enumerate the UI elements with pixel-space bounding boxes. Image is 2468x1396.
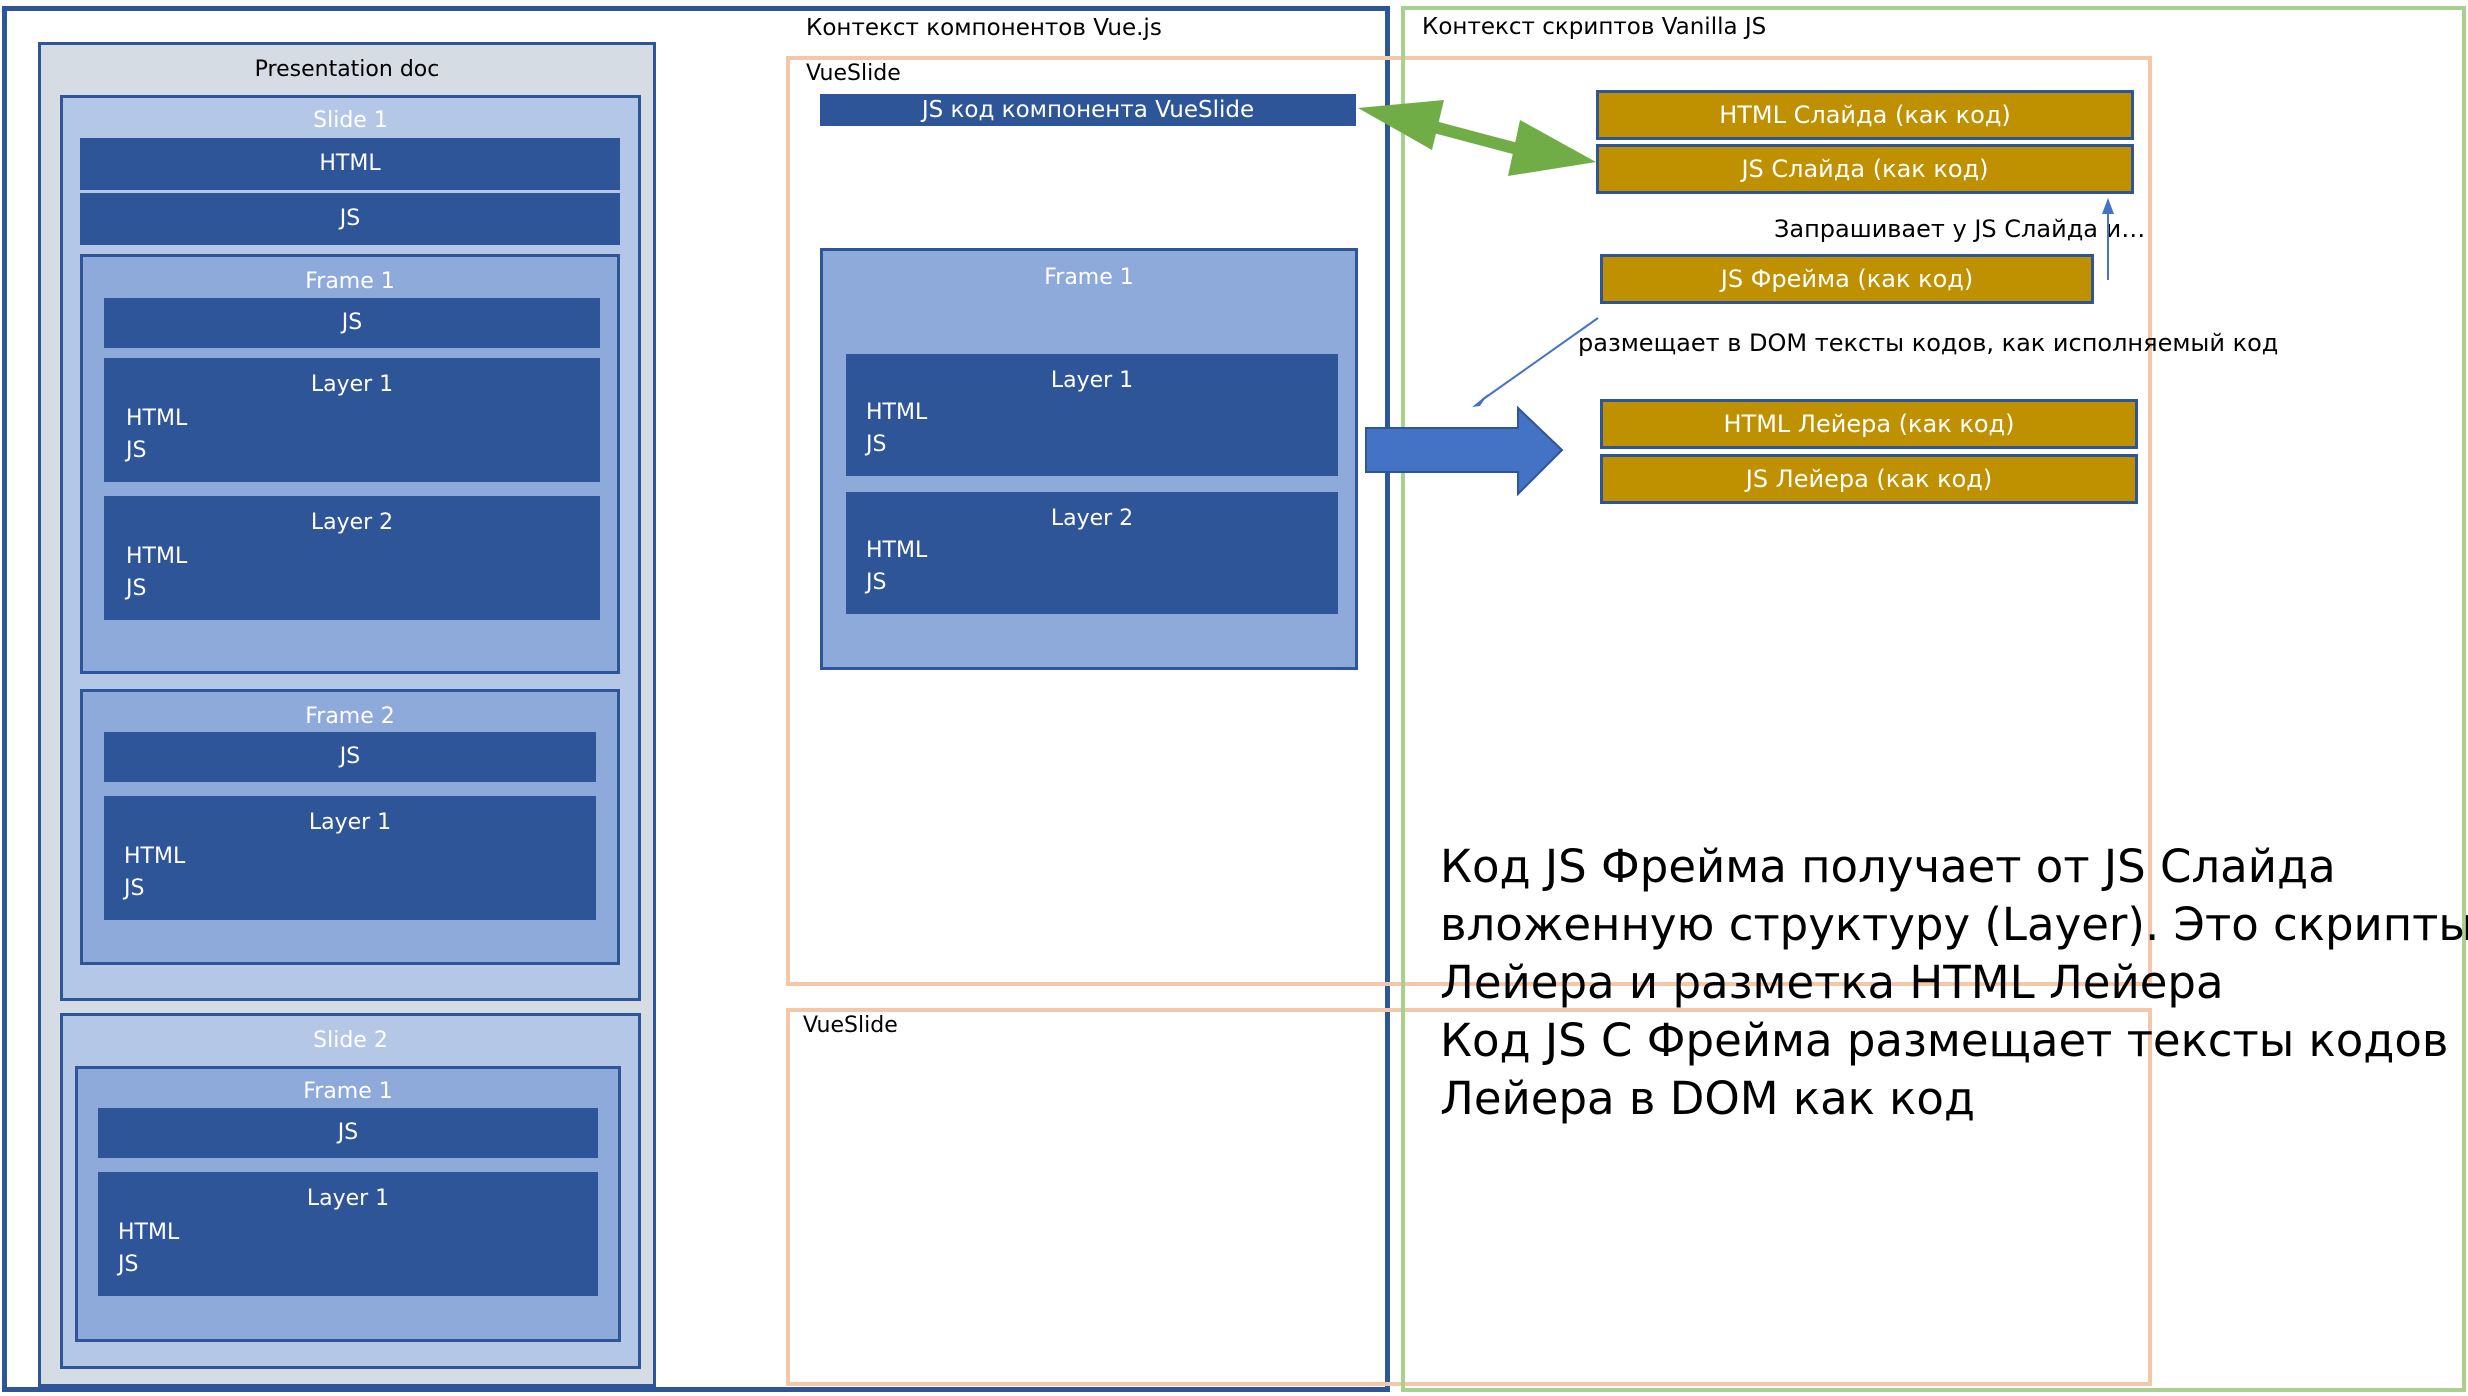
description-line-2: вложенную структуру (Layer). Это скрипты… bbox=[1440, 898, 2468, 951]
layer-title: Layer 2 bbox=[1050, 506, 1134, 531]
layer-js-label: JS bbox=[866, 432, 887, 457]
description-line-1: Код JS Фрейма получает от JS Cлайда bbox=[1440, 840, 2336, 893]
request-note: Запрашивает у JS Слайда и… bbox=[1774, 215, 2146, 243]
layer-html-code-block: HTML Лейера (как код) bbox=[1600, 399, 2138, 449]
vue-context-title: Контекст компонентов Vue.js bbox=[806, 15, 1162, 41]
description-line-4: Код JS C Фрейма размещает тексты кодов bbox=[1440, 1014, 2449, 1067]
layer-js-code-block: JS Лейера (как код) bbox=[1600, 454, 2138, 504]
layer-js-label: JS bbox=[866, 570, 887, 595]
vueslide-frame-1-layer-1: Layer 1 HTML JS bbox=[846, 354, 1338, 476]
frame-js-code-block: JS Фрейма (как код) bbox=[1600, 254, 2094, 304]
vanilla-context-boundary bbox=[1401, 6, 2466, 1392]
vueslide-frame-1-layer-2: Layer 2 HTML JS bbox=[846, 492, 1338, 614]
dom-note: размещает в DOM тексты кодов, как исполн… bbox=[1578, 329, 2279, 357]
description-line-5: Лейера в DOM как код bbox=[1440, 1072, 1975, 1125]
description-text: Код JS Фрейма получает от JS Cлайда влож… bbox=[1440, 838, 2468, 1128]
layer-html-label: HTML bbox=[866, 538, 928, 563]
vueslide-component-code: JS код компонента VueSlide bbox=[820, 94, 1356, 126]
slide-js-code-block: JS Слайда (как код) bbox=[1596, 144, 2134, 194]
vueslide-1-title: VueSlide bbox=[806, 61, 901, 86]
vueslide-frame-1-title: Frame 1 bbox=[1044, 265, 1134, 290]
layer-html-label: HTML bbox=[866, 400, 928, 425]
slide-html-code-block: HTML Слайда (как код) bbox=[1596, 90, 2134, 140]
layer-title: Layer 1 bbox=[1050, 368, 1134, 393]
vueslide-2-title: VueSlide bbox=[803, 1013, 898, 1038]
vanilla-context-title: Контекст скриптов Vanilla JS bbox=[1422, 14, 1767, 40]
description-line-3: Лейера и разметка HTML Лейера bbox=[1440, 956, 2224, 1009]
